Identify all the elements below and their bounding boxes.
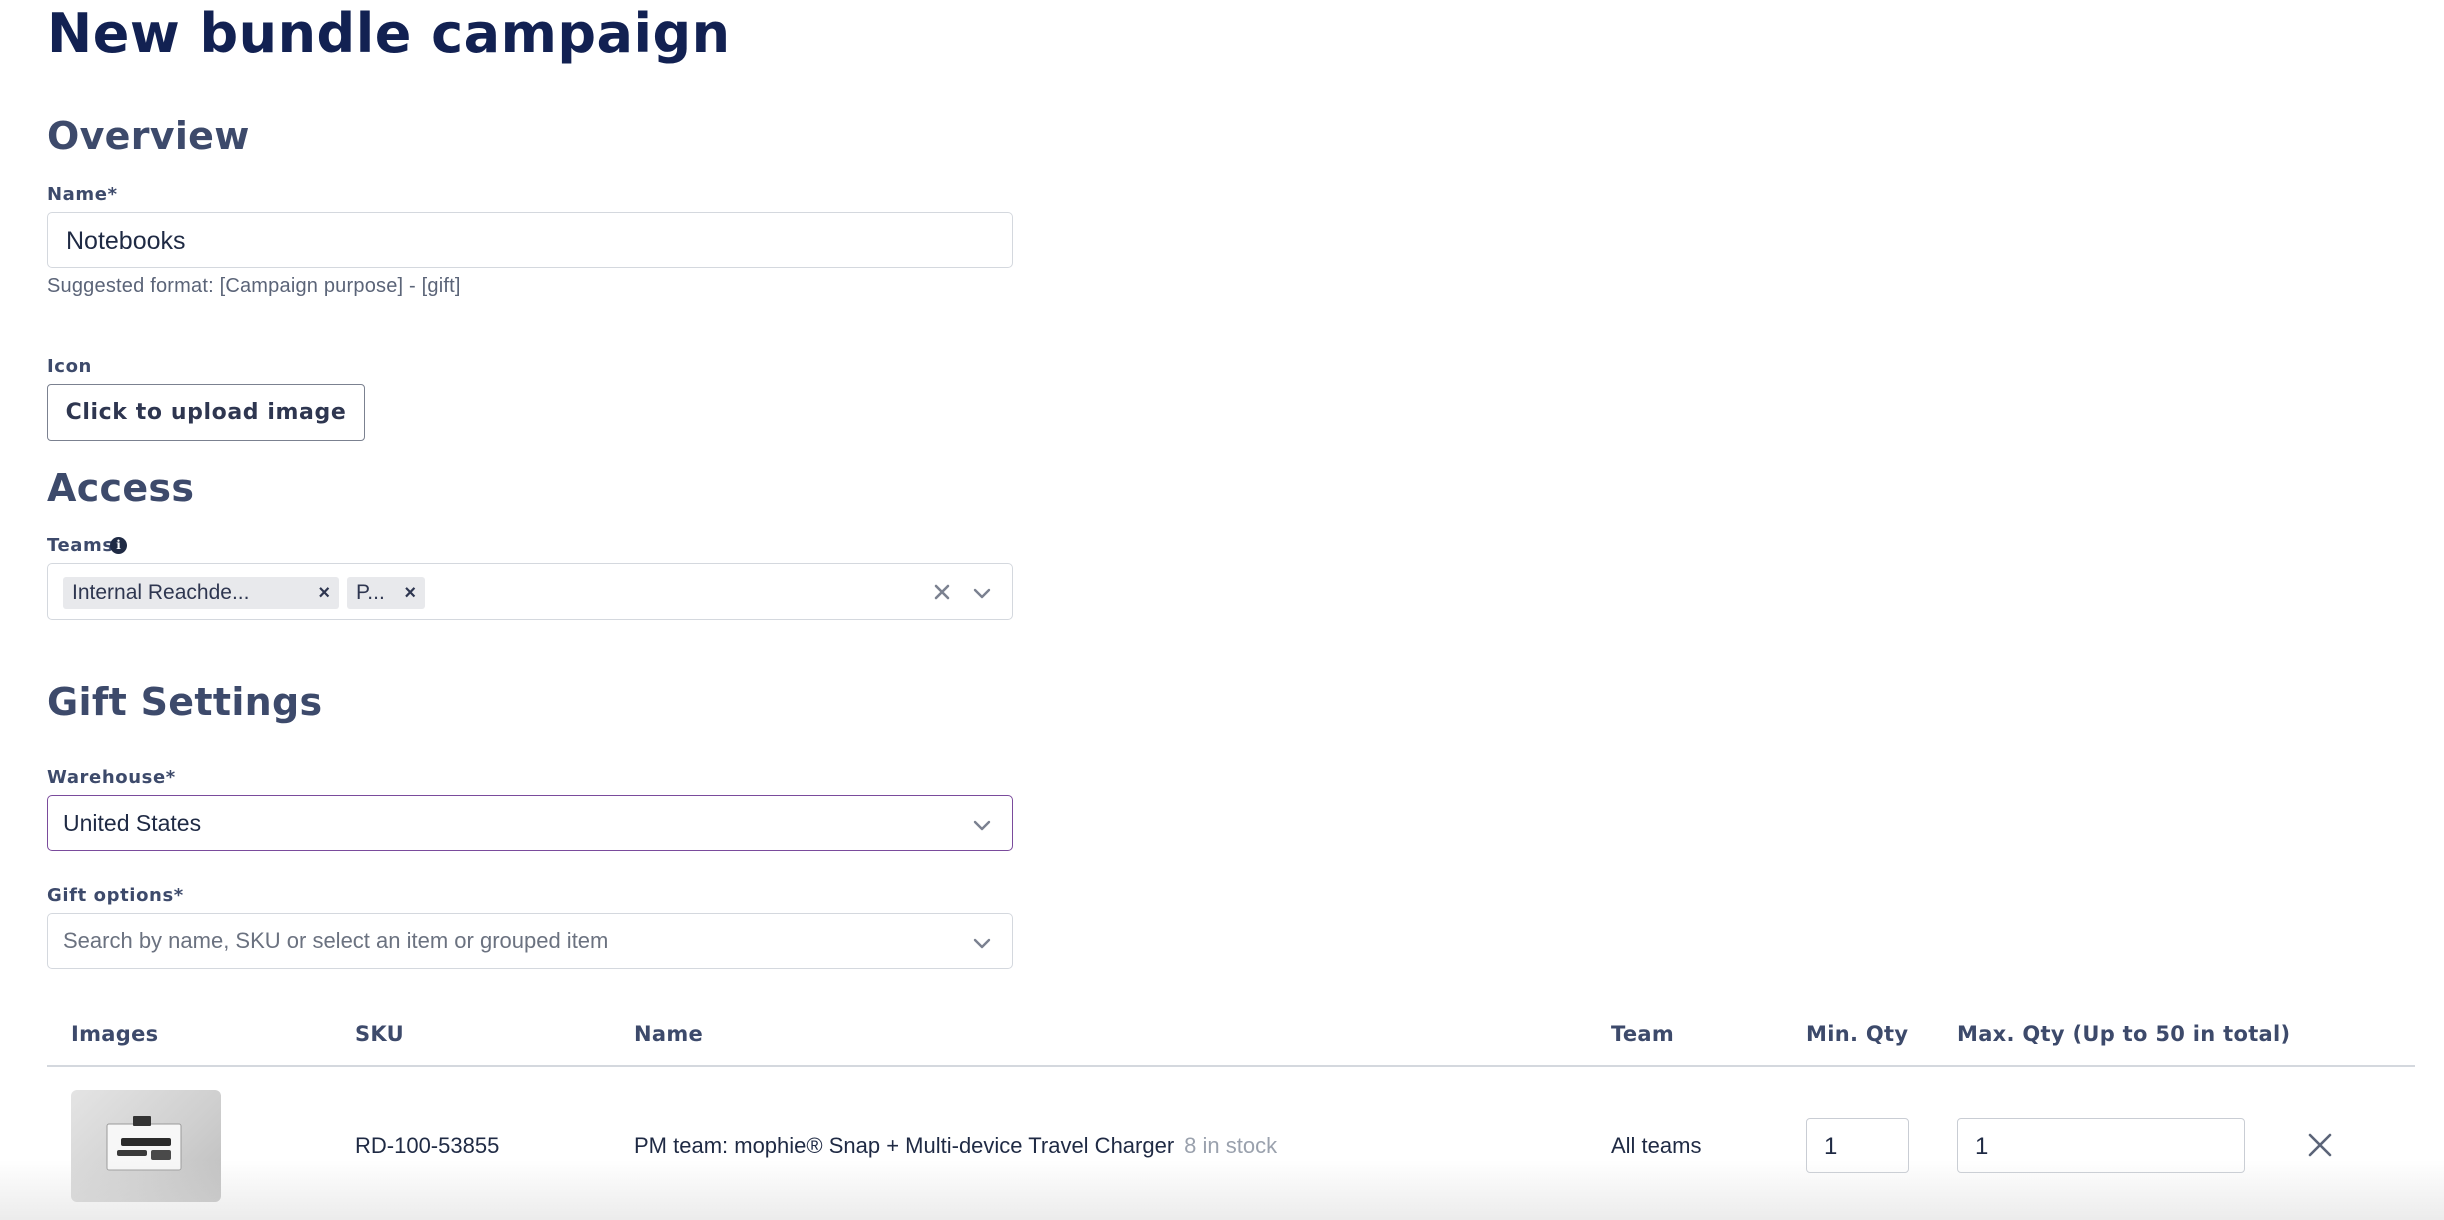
team-chip-label: Internal Reachde... — [72, 581, 250, 604]
min-qty-input[interactable]: 1 — [1806, 1118, 1909, 1173]
row-product-name: PM team: mophie® Snap + Multi-device Tra… — [634, 1133, 1175, 1158]
name-input[interactable]: Notebooks — [47, 212, 1013, 268]
team-chip: P... × — [347, 577, 425, 609]
row-name: PM team: mophie® Snap + Multi-device Tra… — [634, 1133, 1277, 1159]
table-header-divider — [47, 1065, 2415, 1067]
clear-icon[interactable] — [930, 580, 954, 604]
row-sku: RD-100-53855 — [355, 1133, 500, 1158]
row-stock: 8 in stock — [1184, 1133, 1278, 1158]
warehouse-label: Warehouse* — [47, 767, 176, 788]
chevron-down-icon[interactable] — [971, 814, 993, 836]
team-chip-label: P... — [356, 581, 385, 604]
info-icon[interactable]: i — [110, 537, 127, 554]
access-heading: Access — [47, 466, 195, 510]
column-header-max-qty: Max. Qty (Up to 50 in total) — [1957, 1022, 2291, 1046]
gift-options-select[interactable]: Search by name, SKU or select an item or… — [47, 913, 1013, 969]
column-header-min-qty: Min. Qty — [1806, 1022, 1909, 1046]
icon-label: Icon — [47, 356, 92, 377]
column-header-team: Team — [1611, 1022, 1675, 1046]
max-qty-input[interactable]: 1 — [1957, 1118, 2245, 1173]
close-icon[interactable] — [2305, 1130, 2335, 1160]
page-title: New bundle campaign — [47, 2, 731, 65]
column-header-name: Name — [634, 1022, 704, 1046]
name-label: Name* — [47, 184, 118, 205]
name-input-value: Notebooks — [66, 227, 186, 255]
gift-options-placeholder: Search by name, SKU or select an item or… — [63, 928, 609, 953]
min-qty-value: 1 — [1824, 1133, 1838, 1160]
chevron-down-icon[interactable] — [971, 582, 993, 604]
gift-options-label: Gift options* — [47, 885, 184, 906]
overview-heading: Overview — [47, 114, 250, 158]
warehouse-value: United States — [63, 810, 202, 836]
max-qty-value: 1 — [1975, 1133, 1989, 1160]
column-header-images: Images — [71, 1022, 159, 1046]
upload-image-button[interactable]: Click to upload image — [47, 384, 365, 441]
chip-close-icon[interactable]: × — [392, 582, 425, 605]
teams-select[interactable]: Internal Reachde... × P... × — [47, 563, 1013, 620]
chip-close-icon[interactable]: × — [306, 582, 339, 605]
column-header-sku: SKU — [355, 1022, 404, 1046]
warehouse-select[interactable]: United States — [47, 795, 1013, 851]
name-helper-text: Suggested format: [Campaign purpose] - [… — [47, 275, 461, 297]
product-image — [71, 1090, 221, 1202]
chevron-down-icon[interactable] — [971, 932, 993, 954]
gift-settings-heading: Gift Settings — [47, 680, 323, 724]
row-team: All teams — [1611, 1133, 1702, 1158]
team-chip: Internal Reachde... × — [63, 577, 339, 609]
teams-label: Teams — [47, 535, 114, 556]
